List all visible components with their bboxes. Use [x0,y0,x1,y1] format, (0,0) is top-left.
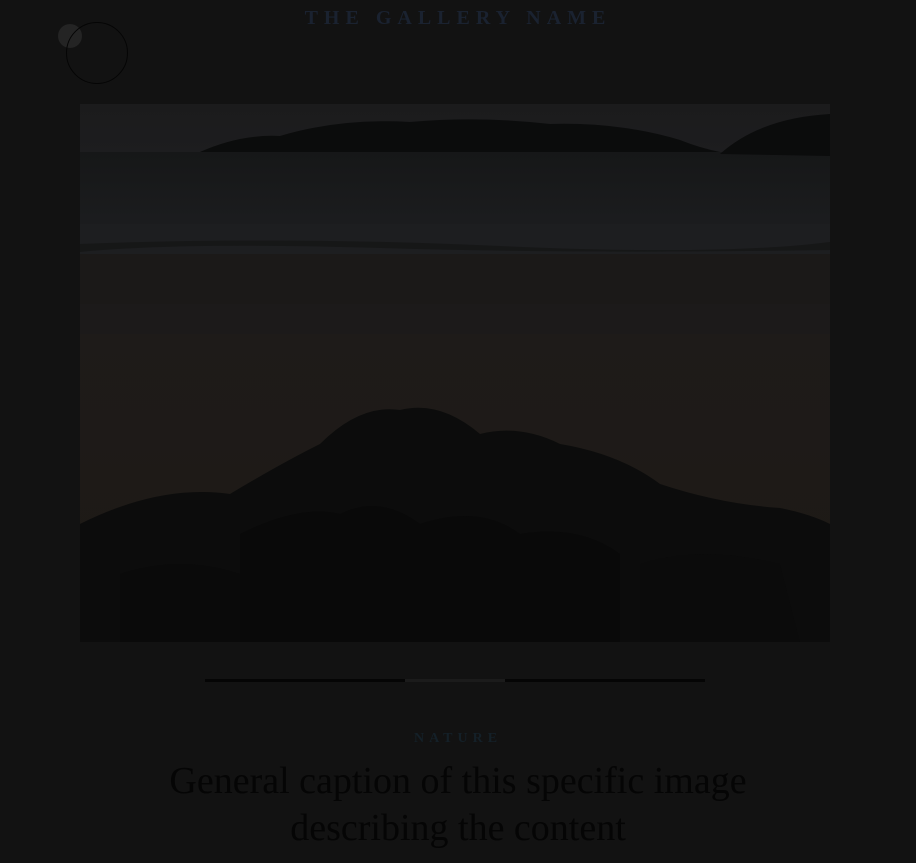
gallery-image[interactable] [80,104,830,642]
gallery-title[interactable]: THE GALLERY NAME [0,6,916,30]
progress-segment[interactable] [205,679,305,682]
caption-line: General caption of this specific image [169,760,747,802]
progress-segment[interactable] [605,679,705,682]
image-category: NATURE [413,731,503,746]
image-caption: General caption of this specific image d… [0,758,916,852]
caption-line: describing the content [290,807,626,849]
landscape-photo [80,104,830,642]
menu-toggle-button[interactable] [58,22,130,86]
cursor-ring-icon [66,22,128,84]
progress-segment[interactable] [305,679,405,682]
progress-segment-active[interactable] [405,679,505,682]
progress-segment[interactable] [505,679,605,682]
slide-progress-bar [205,679,705,682]
